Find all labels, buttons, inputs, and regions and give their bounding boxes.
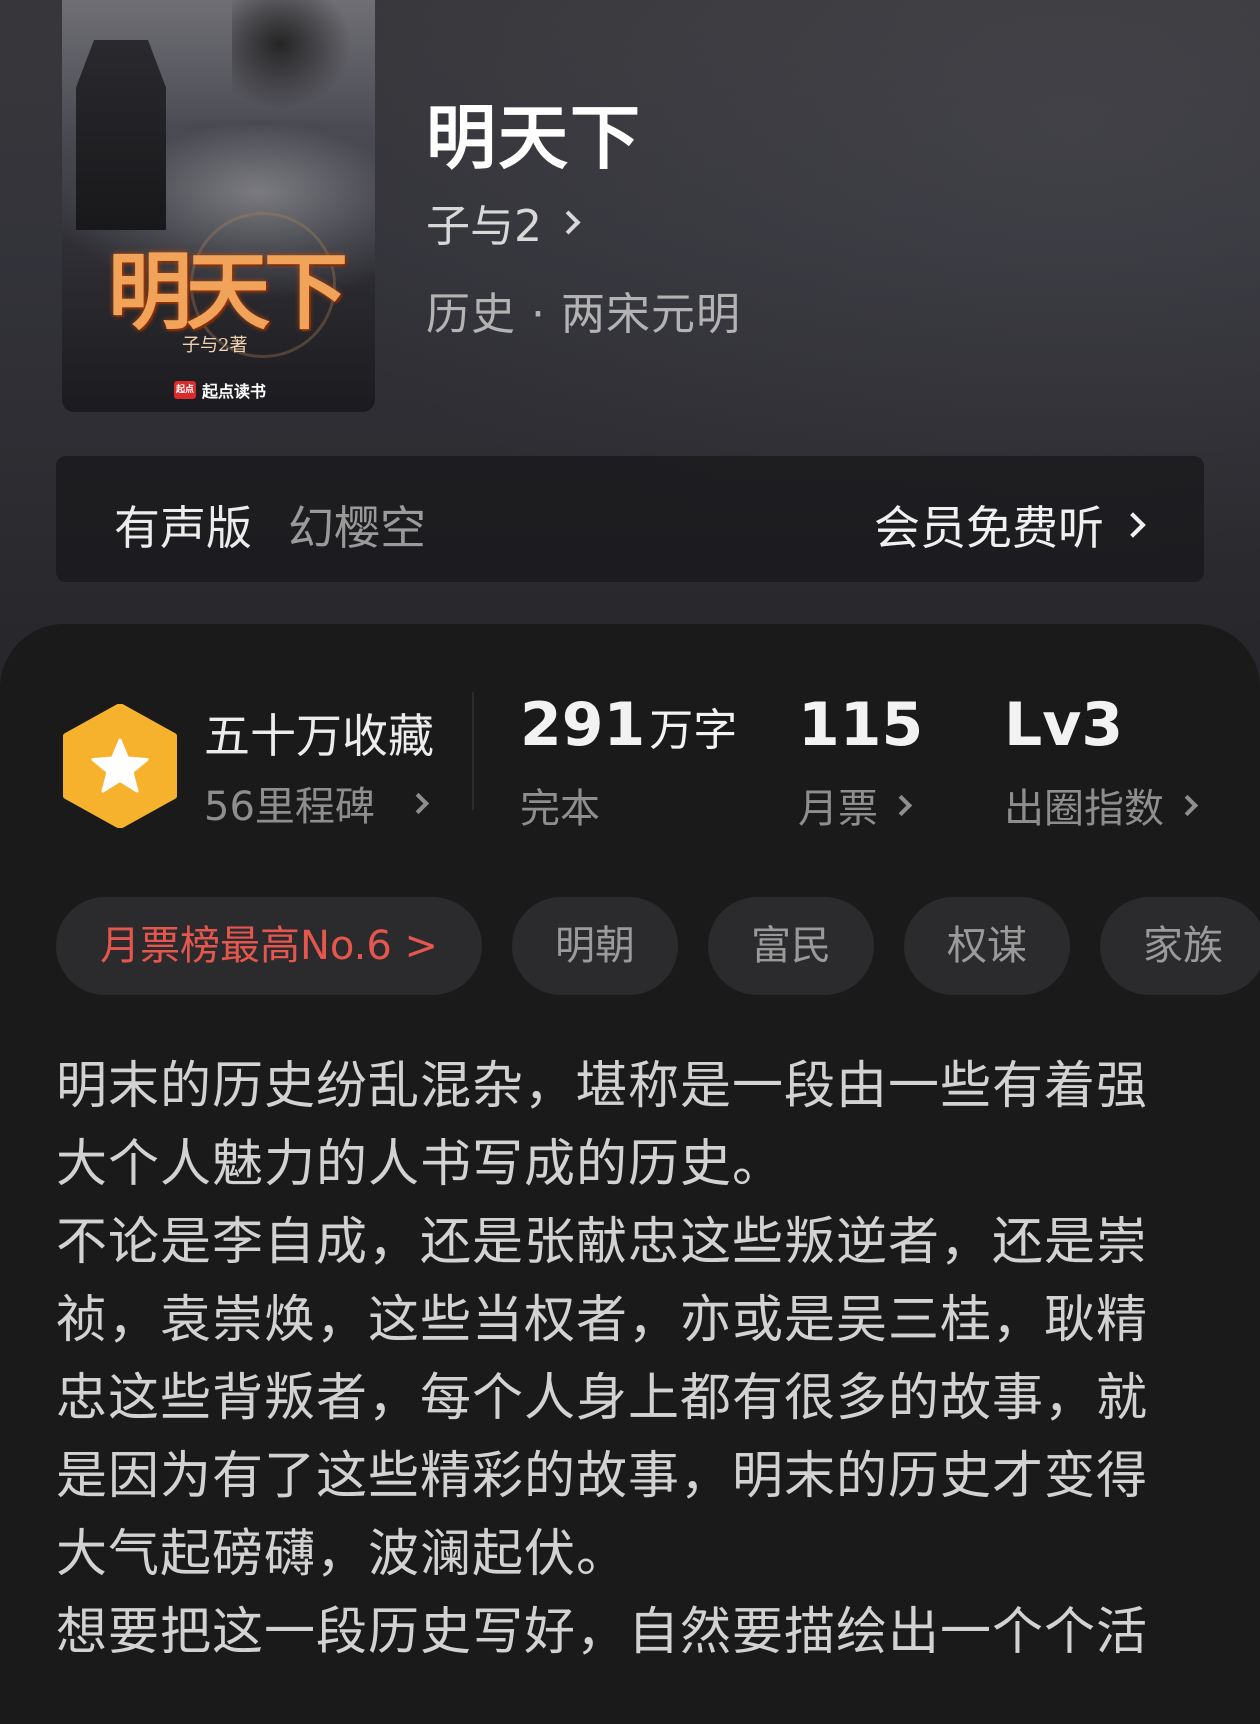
author-name: 子与2 [426, 201, 542, 252]
stats-divider [472, 692, 474, 810]
audio-listen-button[interactable]: 会员免费听 [874, 492, 1146, 558]
monthly-tickets-label: 月票 [798, 786, 878, 832]
audio-edition-bar[interactable]: 有声版 幻樱空 会员免费听 [56, 456, 1204, 582]
description-paragraph: 想要把这一段历史写好，自然要描绘出一个个活 [56, 1603, 1149, 1662]
book-genre: 历史 · 两宋元明 [426, 289, 741, 340]
audio-action-label: 会员免费听 [874, 501, 1104, 555]
collection-count[interactable]: 五十万收藏 [204, 700, 434, 766]
tag-enrich-people[interactable]: 富民 [708, 897, 874, 995]
cover-tower [76, 40, 166, 230]
audio-narrator: 幻樱空 [288, 501, 426, 555]
chevron-right-icon [556, 209, 581, 235]
tag-power-strategy[interactable]: 权谋 [904, 897, 1070, 995]
chevron-right-icon [890, 794, 913, 816]
cover-brand-name: 起点读书 [202, 382, 267, 401]
cover-title-art: 明天下 [107, 242, 348, 341]
description-paragraph: 不论是李自成，还是张献忠这些叛逆者，还是崇祯，袁崇焕，这些当权者，亦或是吴三桂，… [56, 1213, 1149, 1584]
ranking-tag[interactable]: 月票榜最高No.6 > [56, 897, 482, 995]
monthly-tickets-link[interactable]: 月票 [798, 776, 913, 834]
description-paragraph: 明末的历史纷乱混杂，堪称是一段由一些有着强大个人魅力的人书写成的历史。 [56, 1057, 1149, 1194]
collection-badge-icon [63, 704, 177, 828]
milestone-label: 56里程碑 [204, 784, 375, 830]
audio-label: 有声版 [114, 501, 252, 555]
author-link[interactable]: 子与2 [426, 190, 581, 254]
chevron-right-icon [407, 792, 430, 814]
monthly-tickets-count: 115 [798, 690, 924, 760]
brand-logo-icon: 起点 [174, 381, 196, 399]
cover-author-art: 子与2著 [182, 335, 248, 356]
milestone-link[interactable]: 56里程碑 [204, 774, 430, 832]
chevron-right-icon [1120, 512, 1146, 538]
word-count-number: 291 [520, 690, 646, 760]
cover-brand: 起点 起点读书 [174, 378, 266, 402]
tag-family[interactable]: 家族 [1100, 897, 1260, 995]
completion-status: 完本 [520, 786, 600, 832]
tag-ming-dynasty[interactable]: 明朝 [512, 897, 678, 995]
book-title: 明天下 [426, 97, 642, 179]
popularity-level: Lv3 [1004, 690, 1124, 760]
book-description[interactable]: 明末的历史纷乱混杂，堪称是一段由一些有着强大个人魅力的人书写成的历史。 不论是李… [56, 1048, 1176, 1672]
popularity-index-label: 出圈指数 [1004, 786, 1164, 832]
word-count: 291万字 [520, 690, 737, 760]
popularity-index-link[interactable]: 出圈指数 [1004, 776, 1199, 834]
cover-smoke [232, 0, 352, 110]
word-count-unit: 万字 [649, 705, 738, 756]
chevron-right-icon [1176, 794, 1199, 816]
book-cover[interactable]: 明天下 子与2著 起点 起点读书 [62, 0, 375, 412]
